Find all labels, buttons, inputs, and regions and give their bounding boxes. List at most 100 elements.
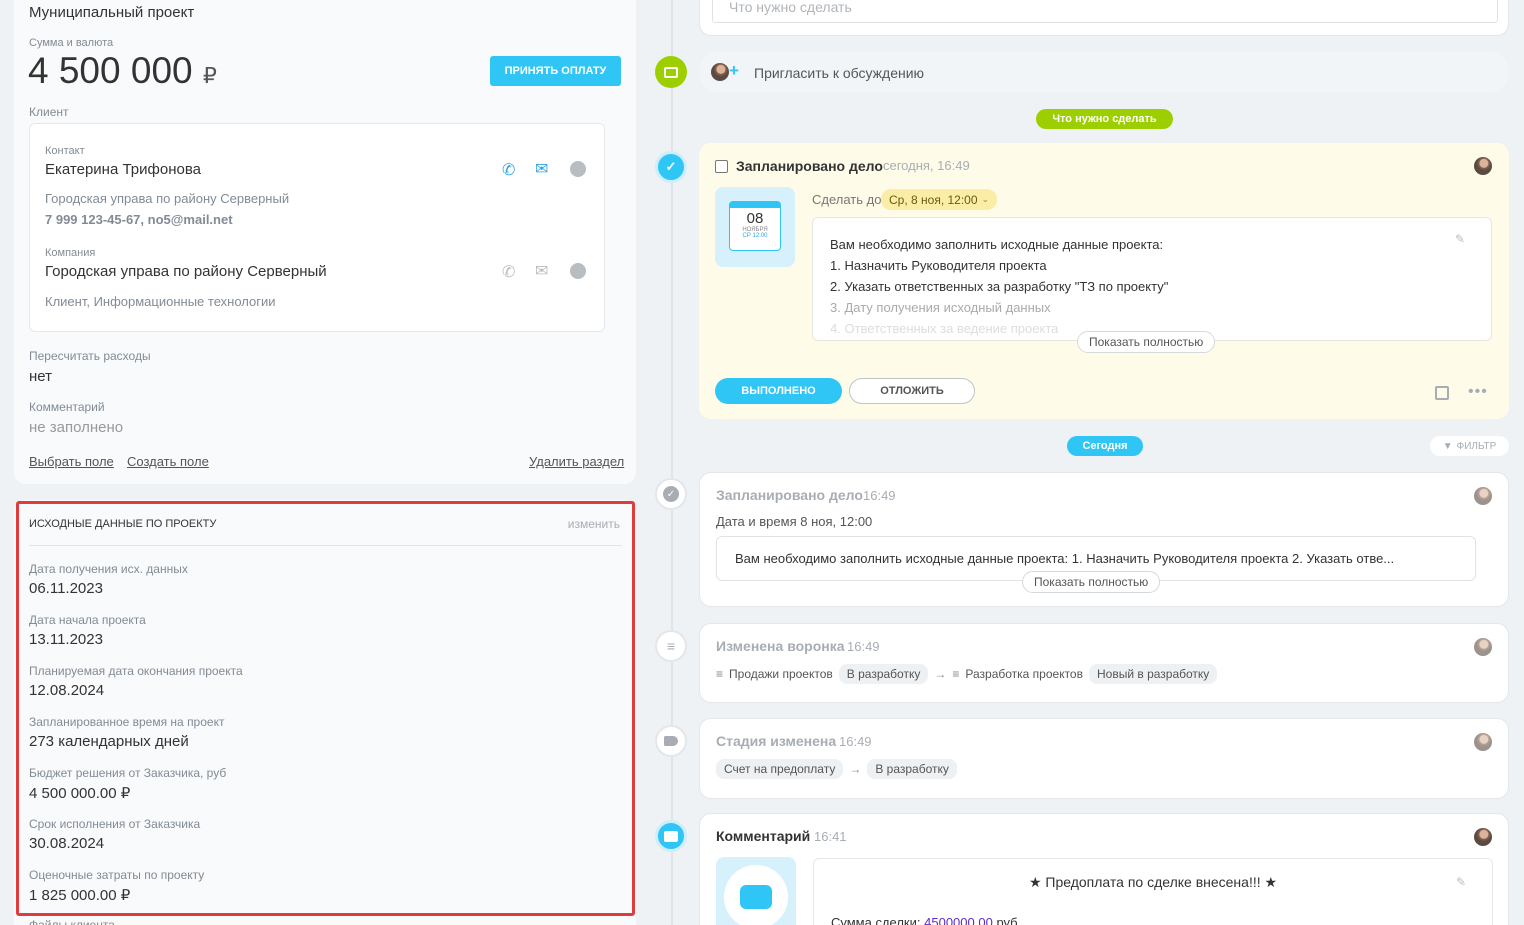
note-icon[interactable]	[1435, 386, 1449, 400]
check-icon: ✓	[655, 151, 687, 183]
accept-payment-button[interactable]: ПРИНЯТЬ ОПЛАТУ	[490, 56, 621, 86]
company-name[interactable]: Городская управа по району Серверный	[45, 263, 327, 280]
history-text: Вам необходимо заполнить исходные данные…	[735, 551, 1395, 566]
next-section-label: Файлы клиента	[29, 918, 115, 925]
deadline-label: Сделать до	[812, 192, 882, 207]
field-item: Оценочные затраты по проекту 1 825 000.00…	[29, 868, 243, 919]
contact-org: Городская управа по району Серверный	[45, 191, 290, 206]
contact-label: Контакт	[45, 145, 85, 157]
todo-editor: Что нужно сделать	[699, 0, 1509, 36]
comment-label: Комментарий	[29, 400, 105, 414]
field-value: 06.11.2023	[29, 580, 103, 597]
company-tags: Клиент, Информационные технологии	[45, 294, 276, 309]
deal-info-card: Муниципальный проект Сумма и валюта 4 50…	[14, 0, 636, 484]
from-funnel: Продажи проектов	[729, 667, 833, 681]
contact-details: 7 999 123-45-67, no5@mail.net	[45, 212, 233, 227]
show-full-button[interactable]: Показать полностью	[1022, 571, 1161, 593]
company-phone-icon[interactable]: ✆	[502, 262, 515, 282]
comment-bubble-icon	[716, 857, 796, 925]
calendar-day: 08	[746, 210, 764, 227]
field-label: Запланированное время на проект	[29, 715, 225, 729]
todo-pill: Что нужно сделать	[1036, 109, 1173, 129]
currency-symbol: ₽	[202, 63, 217, 88]
pencil-icon[interactable]: ✎	[1455, 232, 1465, 246]
field-value: 273 календарных дней	[29, 733, 189, 750]
chat-bubble-icon	[655, 56, 687, 88]
planned-time: сегодня, 16:49	[883, 158, 970, 173]
planned-task-card: Запланировано дело сегодня, 16:49 08 НОЯ…	[699, 143, 1509, 419]
email-icon[interactable]: ✉	[535, 159, 548, 179]
avatar	[1474, 828, 1492, 846]
avatar	[1474, 733, 1492, 751]
description-line: 2. Указать ответственных за разработку "…	[830, 279, 1169, 294]
invite-label: Пригласить к обсуждению	[754, 65, 925, 81]
section-title: ИСХОДНЫЕ ДАННЫЕ ПО ПРОЕКТУ	[29, 518, 217, 530]
contact-name[interactable]: Екатерина Трифонова	[45, 161, 201, 178]
phone-icon[interactable]: ✆	[502, 160, 515, 180]
field-item: Планируемая дата окончания проекта 12.08.…	[29, 664, 243, 715]
description-line: 1. Назначить Руководителя проекта	[830, 258, 1047, 273]
history-datetime: Дата и время 8 ноя, 12:00	[716, 514, 873, 529]
field-label: Планируемая дата окончания проекта	[29, 664, 243, 678]
done-button[interactable]: ВЫПОЛНЕНО	[715, 378, 842, 404]
history-planned-card: Запланировано дело 16:49 Дата и время 8 …	[699, 472, 1509, 607]
comment-sum-row: Сумма сделки: 4500000.00 руб	[831, 915, 1018, 925]
field-label: Оценочные затраты по проекту	[29, 868, 205, 882]
avatar	[1474, 638, 1492, 656]
deadline-badge[interactable]: Ср, 8 ноя, 12:00 ⌄	[881, 189, 998, 210]
field-item: Запланированное время на проект 273 кален…	[29, 715, 243, 766]
chevron-down-icon: ⌄	[981, 194, 990, 204]
comment-body: ★ Предоплата по сделке внесена!!! ★ ✎ Су…	[813, 858, 1493, 925]
section-fields: Дата получения исх. данных 06.11.2023 Дат…	[29, 562, 243, 919]
more-icon[interactable]: •••	[1468, 383, 1488, 401]
amount-label: Сумма и валюта	[29, 37, 114, 49]
company-email-icon[interactable]: ✉	[535, 261, 548, 281]
history-title: Изменена воронка	[716, 638, 845, 654]
description-line: Вам необходимо заполнить исходные данные…	[830, 237, 1164, 252]
comment-icon	[655, 820, 687, 852]
chat-icon[interactable]	[570, 161, 586, 177]
project-type-value: Муниципальный проект	[29, 4, 195, 21]
history-title: Запланировано дело	[716, 487, 863, 503]
history-time: 16:49	[839, 734, 872, 749]
planned-title: Запланировано дело	[736, 158, 883, 174]
field-item: Бюджет решения от Заказчика, руб 4 500 00…	[29, 766, 243, 817]
postpone-button[interactable]: ОТЛОЖИТЬ	[849, 378, 975, 404]
field-label: Дата получения исх. данных	[29, 562, 188, 576]
today-pill: Сегодня	[1067, 436, 1143, 456]
check-done-icon: ✓	[655, 478, 687, 510]
to-funnel: Разработка проектов	[965, 667, 1083, 681]
field-label: Дата начала проекта	[29, 613, 146, 627]
history-time: 16:49	[847, 639, 880, 654]
stage-tag-icon	[655, 725, 687, 757]
todo-input[interactable]: Что нужно сделать	[712, 0, 1498, 23]
sum-unit: руб	[996, 915, 1018, 925]
comment-value: не заполнено	[29, 419, 124, 436]
avatar	[1474, 487, 1492, 505]
client-label: Клиент	[29, 105, 69, 119]
comment-time: 16:41	[814, 829, 847, 844]
show-full-button[interactable]: Показать полностью	[1077, 331, 1216, 353]
description-line: 3. Дату получения исходный данных	[830, 300, 1051, 315]
funnel-icon: ≡	[655, 630, 687, 662]
project-data-highlight: ИСХОДНЫЕ ДАННЫЕ ПО ПРОЕКТУ изменить Дата…	[16, 501, 635, 916]
task-description: Вам необходимо заполнить исходные данные…	[812, 217, 1492, 341]
company-chat-icon[interactable]	[570, 263, 586, 279]
select-field-link[interactable]: Выбрать поле	[29, 454, 114, 469]
invite-bar[interactable]: + Пригласить к обсуждению	[699, 52, 1509, 92]
todo-placeholder: Что нужно сделать	[729, 0, 852, 15]
section-edit-link[interactable]: изменить	[568, 517, 620, 531]
sum-value: 4500000.00	[924, 915, 993, 925]
pencil-icon[interactable]: ✎	[1456, 875, 1466, 889]
avatar	[711, 63, 729, 81]
history-stage-card: Стадия изменена 16:49 Счет на предоплату…	[699, 718, 1509, 799]
field-item: Дата получения исх. данных 06.11.2023	[29, 562, 243, 613]
field-value: 4 500 000.00 ₽	[29, 785, 131, 802]
field-value: 13.11.2023	[29, 631, 103, 648]
field-value: 30.08.2024	[29, 835, 105, 852]
filter-button[interactable]: ▼ ФИЛЬТР	[1430, 436, 1509, 456]
create-field-link[interactable]: Создать поле	[127, 454, 209, 469]
task-checkbox[interactable]	[715, 160, 728, 173]
delete-section-link[interactable]: Удалить раздел	[529, 454, 624, 469]
comment-title: Комментарий	[716, 828, 811, 844]
